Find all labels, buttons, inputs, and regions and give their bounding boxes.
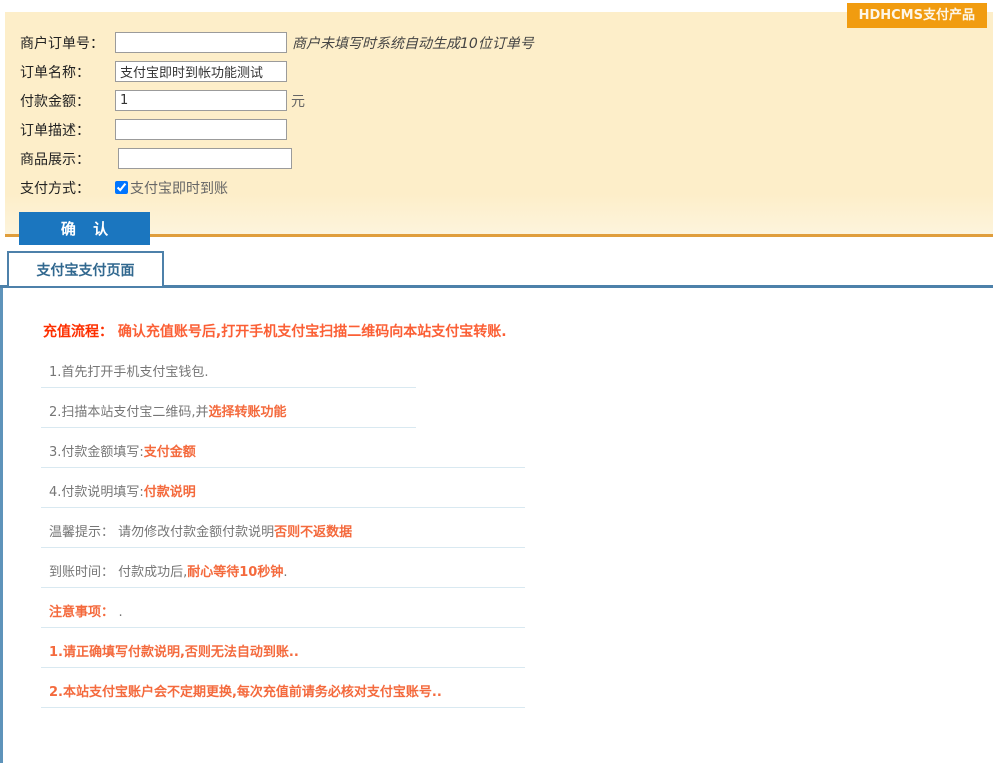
instruction-row: 1.请正确填写付款说明,否则无法自动到账.. — [41, 628, 525, 668]
instruction-text: 2.扫描本站支付宝二维码,并 — [49, 405, 209, 420]
confirm-button[interactable]: 确 认 — [19, 212, 150, 245]
instruction-text: 1.首先打开手机支付宝钱包. — [49, 365, 209, 380]
instruction-text: . — [119, 605, 123, 620]
order-desc-label: 订单描述： — [20, 120, 115, 140]
merchant-order-hint: 商户未填写时系统自动生成10位订单号 — [292, 33, 534, 53]
alipay-instant-label: 支付宝即时到账 — [130, 178, 228, 198]
order-desc-row: 订单描述： — [20, 115, 993, 144]
order-name-row: 订单名称： — [20, 57, 993, 86]
product-display-input[interactable] — [118, 148, 292, 169]
instruction-text: . — [283, 565, 287, 580]
merchant-order-row: 商户订单号： 商户未填写时系统自动生成10位订单号 — [20, 28, 993, 57]
amount-label: 付款金额： — [20, 91, 115, 111]
instruction-row: 2.本站支付宝账户会不定期更换,每次充值前请务必核对支付宝账号.. — [41, 668, 525, 708]
instruction-row: 到账时间： 付款成功后,耐心等待10秒钟. — [41, 548, 525, 588]
payment-page: HDHCMS支付产品 商户订单号： 商户未填写时系统自动生成10位订单号 订单名… — [0, 0, 993, 770]
amount-input[interactable] — [115, 90, 287, 111]
product-display-row: 商品展示： — [20, 144, 993, 173]
order-desc-input[interactable] — [115, 119, 287, 140]
instruction-row: 2.扫描本站支付宝二维码,并选择转账功能 — [41, 388, 416, 428]
hdhcms-product-badge: HDHCMS支付产品 — [847, 3, 987, 28]
tab-alipay-payment-page[interactable]: 支付宝支付页面 — [7, 251, 164, 288]
product-display-label: 商品展示： — [20, 149, 115, 169]
pay-method-label: 支付方式： — [20, 178, 115, 198]
instruction-emphasis-text: 1.请正确填写付款说明,否则无法自动到账.. — [49, 645, 299, 660]
instruction-text: 温馨提示： 请勿修改付款金额付款说明 — [49, 525, 274, 540]
instruction-text: 到账时间： 付款成功后, — [49, 565, 187, 580]
instruction-row: 1.首先打开手机支付宝钱包. — [41, 348, 416, 388]
instruction-row: 4.付款说明填写:付款说明 — [41, 468, 525, 508]
instructions-list: 1.首先打开手机支付宝钱包.2.扫描本站支付宝二维码,并选择转账功能3.付款金额… — [41, 348, 993, 708]
order-name-label: 订单名称： — [20, 62, 115, 82]
merchant-order-input[interactable] — [115, 32, 287, 53]
instruction-emphasis-text: 否则不返数据 — [274, 525, 352, 540]
alipay-instant-checkbox[interactable] — [115, 181, 128, 194]
flow-header-text: 确认充值账号后,打开手机支付宝扫描二维码向本站支付宝转账. — [118, 324, 507, 340]
pay-method-row: 支付方式： 支付宝即时到账 — [20, 173, 993, 202]
order-name-input[interactable] — [115, 61, 287, 82]
instruction-emphasis-text: 2.本站支付宝账户会不定期更换,每次充值前请务必核对支付宝账号.. — [49, 685, 442, 700]
instruction-emphasis-text: 选择转账功能 — [209, 405, 287, 420]
instruction-text: 3.付款金额填写: — [49, 445, 144, 460]
instructions-panel: 充值流程： 确认充值账号后,打开手机支付宝扫描二维码向本站支付宝转账. 1.首先… — [0, 288, 993, 763]
merchant-order-label: 商户订单号： — [20, 33, 115, 53]
instruction-emphasis-text: 支付金额 — [144, 445, 196, 460]
instruction-emphasis-text: 耐心等待10秒钟 — [187, 565, 283, 580]
payment-form-panel: HDHCMS支付产品 商户订单号： 商户未填写时系统自动生成10位订单号 订单名… — [5, 12, 993, 237]
flow-header-label: 充值流程： — [43, 324, 118, 340]
amount-unit: 元 — [291, 91, 305, 111]
instruction-text: 4.付款说明填写: — [49, 485, 144, 500]
recharge-flow-header: 充值流程： 确认充值账号后,打开手机支付宝扫描二维码向本站支付宝转账. — [43, 321, 993, 341]
instruction-emphasis-text: 付款说明 — [144, 485, 196, 500]
instruction-emphasis-text: 注意事项： — [49, 605, 119, 620]
amount-row: 付款金额： 元 — [20, 86, 993, 115]
instruction-row: 温馨提示： 请勿修改付款金额付款说明否则不返数据 — [41, 508, 525, 548]
instruction-row: 3.付款金额填写:支付金额 — [41, 428, 525, 468]
instruction-row: 注意事项： . — [41, 588, 525, 628]
